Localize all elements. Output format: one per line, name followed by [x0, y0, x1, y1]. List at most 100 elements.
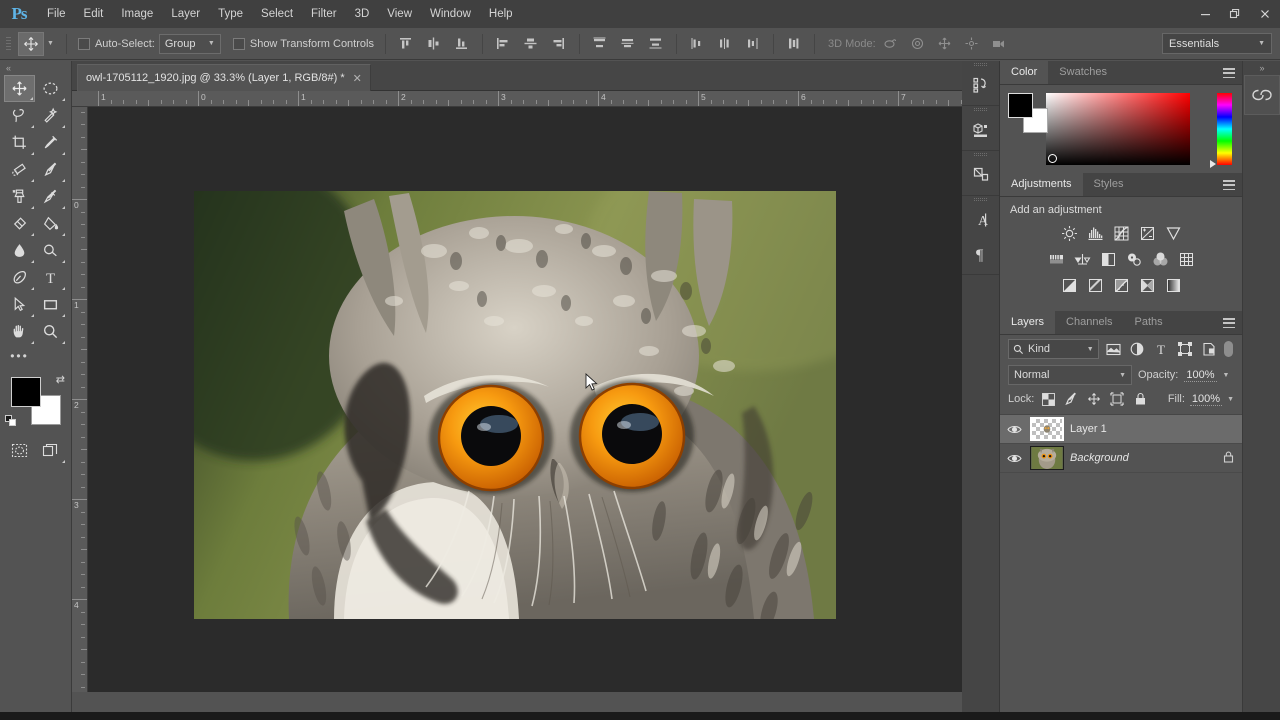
- menu-layer[interactable]: Layer: [162, 0, 209, 28]
- filter-shape-icon[interactable]: [1176, 339, 1194, 359]
- threshold-icon[interactable]: [1111, 275, 1131, 295]
- menu-image[interactable]: Image: [112, 0, 162, 28]
- opacity-chevron-icon[interactable]: ▼: [1223, 372, 1230, 379]
- menu-select[interactable]: Select: [252, 0, 302, 28]
- filter-adjustment-icon[interactable]: [1128, 339, 1146, 359]
- rectangle-tool[interactable]: [35, 291, 66, 318]
- layer-name[interactable]: Layer 1: [1070, 423, 1242, 435]
- layer-thumbnail[interactable]: [1030, 446, 1064, 470]
- lock-position-icon[interactable]: [1085, 390, 1103, 408]
- show-transform-checkbox-group[interactable]: Show Transform Controls: [229, 37, 378, 50]
- distribute-top-edges-icon[interactable]: [587, 32, 613, 56]
- tab-paths[interactable]: Paths: [1124, 310, 1174, 334]
- align-vertical-centers-icon[interactable]: [421, 32, 447, 56]
- 3d-roll-icon[interactable]: [906, 33, 930, 55]
- tab-styles[interactable]: Styles: [1083, 172, 1135, 196]
- dodge-tool[interactable]: [35, 237, 66, 264]
- minimize-button[interactable]: [1190, 0, 1220, 28]
- lasso-tool[interactable]: [4, 102, 35, 129]
- color-lookup-icon[interactable]: [1176, 249, 1196, 269]
- workspace-switcher[interactable]: Essentials ▼: [1162, 33, 1272, 54]
- 3d-icon[interactable]: [962, 113, 1000, 147]
- panel-grip[interactable]: [962, 61, 999, 68]
- opacity-value[interactable]: 100%: [1184, 369, 1217, 382]
- swap-colors-icon[interactable]: ⇄: [56, 373, 65, 386]
- panel-grip[interactable]: [962, 151, 999, 158]
- tool-preset-picker[interactable]: ▼: [13, 31, 59, 56]
- eraser-tool[interactable]: [4, 210, 35, 237]
- layer-name[interactable]: Background: [1070, 452, 1217, 464]
- spot-healing-brush-tool[interactable]: [4, 156, 35, 183]
- menu-edit[interactable]: Edit: [75, 0, 113, 28]
- layer-thumbnail[interactable]: [1030, 417, 1064, 441]
- vertical-ruler[interactable]: 0 1 2 3 4: [72, 107, 88, 692]
- distribute-horizontal-centers-icon[interactable]: [712, 32, 738, 56]
- crop-tool[interactable]: [4, 129, 35, 156]
- channel-mixer-icon[interactable]: [1150, 249, 1170, 269]
- distribute-bottom-edges-icon[interactable]: [643, 32, 669, 56]
- menu-help[interactable]: Help: [480, 0, 522, 28]
- exposure-icon[interactable]: [1137, 223, 1157, 243]
- brush-tool[interactable]: [35, 156, 66, 183]
- menu-view[interactable]: View: [378, 0, 421, 28]
- hue-saturation-icon[interactable]: [1046, 249, 1066, 269]
- lock-image-pixels-icon[interactable]: [1062, 390, 1080, 408]
- distribute-left-edges-icon[interactable]: [684, 32, 710, 56]
- filter-smartobject-icon[interactable]: [1200, 339, 1218, 359]
- paint-bucket-tool[interactable]: [35, 210, 66, 237]
- canvas-area[interactable]: [88, 107, 962, 692]
- menu-window[interactable]: Window: [421, 0, 480, 28]
- menu-filter[interactable]: Filter: [302, 0, 346, 28]
- auto-select-checkbox[interactable]: [77, 37, 90, 50]
- tab-adjustments[interactable]: Adjustments: [1000, 172, 1083, 196]
- eyedropper-tool[interactable]: [35, 129, 66, 156]
- color-picker-field[interactable]: [1046, 93, 1190, 165]
- table-row[interactable]: Background: [1000, 444, 1242, 473]
- menu-3d[interactable]: 3D: [346, 0, 379, 28]
- auto-select-checkbox-group[interactable]: Auto-Select:: [74, 37, 159, 50]
- 3d-rotate-icon[interactable]: [879, 33, 903, 55]
- history-brush-tool[interactable]: [35, 183, 66, 210]
- options-grip[interactable]: [4, 33, 13, 55]
- blur-tool[interactable]: [4, 237, 35, 264]
- paragraph-icon[interactable]: ¶: [962, 237, 1000, 271]
- posterize-icon[interactable]: [1085, 275, 1105, 295]
- 3d-camera-icon[interactable]: [987, 33, 1011, 55]
- layer-visibility-toggle[interactable]: [1004, 424, 1024, 435]
- fill-value[interactable]: 100%: [1189, 393, 1223, 406]
- filter-type-icon[interactable]: T: [1152, 339, 1170, 359]
- brightness-contrast-icon[interactable]: [1059, 223, 1079, 243]
- screen-mode-icon[interactable]: [35, 437, 66, 464]
- panel-grip[interactable]: [962, 106, 999, 113]
- distribute-right-edges-icon[interactable]: [740, 32, 766, 56]
- color-panel-foreground-swatch[interactable]: [1008, 93, 1033, 118]
- 3d-pan-icon[interactable]: [933, 33, 957, 55]
- color-balance-icon[interactable]: [1072, 249, 1092, 269]
- default-colors-icon[interactable]: [5, 415, 17, 427]
- layer-filter-toggle[interactable]: [1224, 339, 1234, 359]
- elliptical-marquee-tool[interactable]: [35, 75, 66, 102]
- filter-pixel-icon[interactable]: [1105, 339, 1123, 359]
- color-panel-menu-icon[interactable]: [1223, 68, 1235, 78]
- layers-panel-menu-icon[interactable]: [1223, 318, 1235, 328]
- align-left-edges-icon[interactable]: [490, 32, 516, 56]
- invert-icon[interactable]: [1059, 275, 1079, 295]
- close-button[interactable]: [1250, 0, 1280, 28]
- history-icon[interactable]: [962, 68, 1000, 102]
- document-image-owl[interactable]: [194, 191, 836, 619]
- menu-file[interactable]: File: [38, 0, 75, 28]
- align-top-edges-icon[interactable]: [393, 32, 419, 56]
- zoom-tool[interactable]: [35, 318, 66, 345]
- hue-slider[interactable]: [1217, 93, 1232, 165]
- distribute-vertical-centers-icon[interactable]: [615, 32, 641, 56]
- type-tool[interactable]: T: [35, 264, 66, 291]
- restore-button[interactable]: [1220, 0, 1250, 28]
- show-transform-checkbox[interactable]: [232, 37, 245, 50]
- photo-filter-icon[interactable]: [1124, 249, 1144, 269]
- pen-tool[interactable]: [4, 264, 35, 291]
- selective-color-icon[interactable]: [1137, 275, 1157, 295]
- layer-visibility-toggle[interactable]: [1004, 453, 1024, 464]
- black-and-white-icon[interactable]: [1098, 249, 1118, 269]
- lock-transparent-pixels-icon[interactable]: [1039, 390, 1057, 408]
- tab-layers[interactable]: Layers: [1000, 310, 1056, 334]
